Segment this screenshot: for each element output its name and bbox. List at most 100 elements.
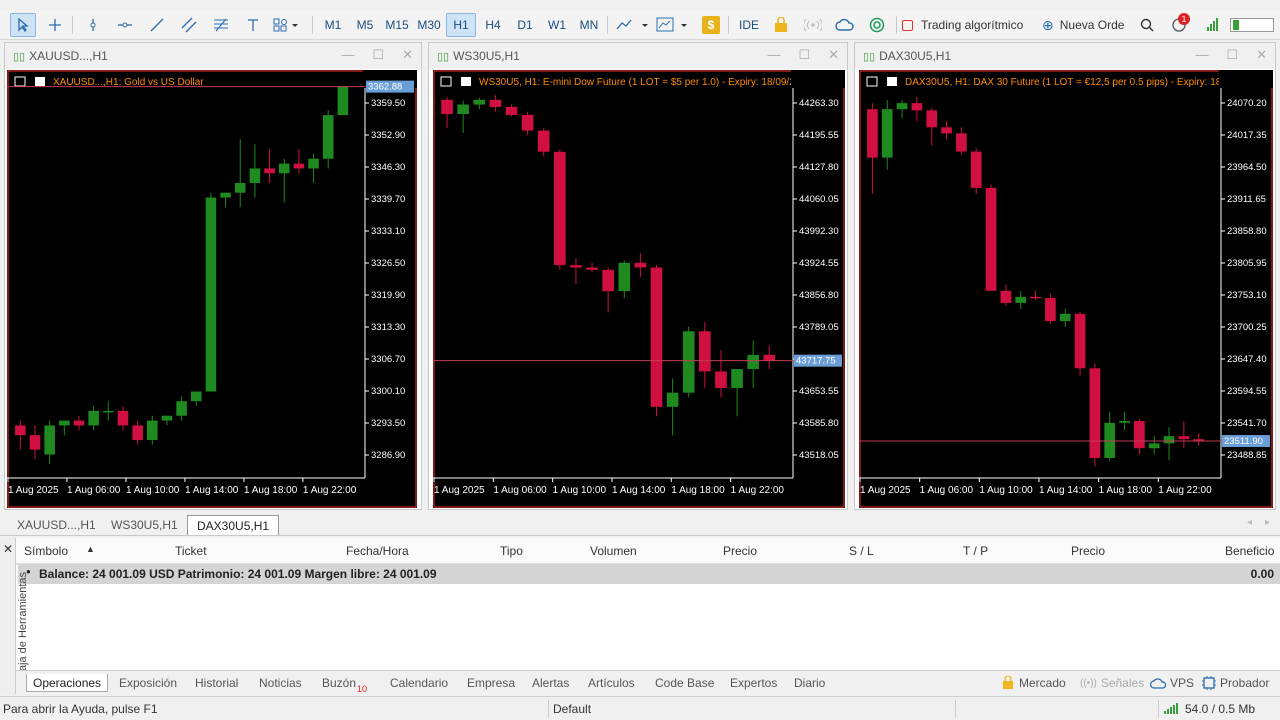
col-symbol[interactable]: Símbolo (24, 544, 68, 558)
chart-tab-ws30[interactable]: WS30U5,H1 (102, 515, 187, 535)
close-icon[interactable]: ✕ (1256, 47, 1267, 63)
candle-body (88, 410, 99, 426)
ide-button[interactable]: IDE (734, 13, 764, 37)
col-price[interactable]: Precio (723, 544, 757, 558)
time-tick-label: 1 Aug 18:00 (244, 485, 298, 496)
notifications-icon[interactable]: 1 (1166, 13, 1192, 37)
tab-scroll-left-icon[interactable]: ◂ (1247, 517, 1252, 528)
maximize-icon[interactable]: ☐ (798, 47, 810, 63)
profile-name[interactable]: Default (553, 702, 591, 716)
timeframe-mn[interactable]: MN (574, 13, 604, 37)
shapes-menu-icon[interactable] (270, 13, 306, 37)
tab-articulos[interactable]: Artículos (588, 674, 635, 692)
window-title-bar[interactable]: ▯▯ DAX30U5,H1 — ☐ ✕ (855, 43, 1275, 69)
fibonacci-icon[interactable] (208, 13, 234, 37)
close-icon[interactable]: ✕ (402, 47, 413, 63)
time-tick-label: 1 Aug 06:00 (920, 485, 974, 496)
minimize-icon[interactable]: — (341, 47, 354, 63)
text-tool-icon[interactable] (240, 13, 266, 37)
tab-exposicion[interactable]: Exposición (119, 674, 177, 692)
minimize-icon[interactable]: — (767, 47, 780, 63)
minimize-icon[interactable]: — (1195, 47, 1208, 63)
signal-broadcast-icon[interactable] (800, 13, 826, 37)
maximize-icon[interactable]: ☐ (372, 47, 384, 63)
col-type[interactable]: Tipo (500, 544, 523, 558)
tab-scroll-right-icon[interactable]: ▸ (1265, 517, 1270, 528)
vertical-line-icon[interactable] (80, 13, 106, 37)
chart-header: DAX30U5, H1: DAX 30 Future (1 LOT = €12,… (905, 77, 1230, 88)
crosshair-icon[interactable] (42, 13, 68, 37)
candle-body (554, 151, 566, 266)
price-chart[interactable]: DAX30U5, H1: DAX 30 Future (1 LOT = €12,… (859, 70, 1273, 508)
maximize-icon[interactable]: ☐ (1226, 47, 1238, 63)
signal-bars-icon (1164, 703, 1178, 714)
col-datetime[interactable]: Fecha/Hora (346, 544, 409, 558)
cloud-icon[interactable] (832, 13, 858, 37)
timeframe-m5[interactable]: M5 (350, 13, 380, 37)
timeframe-m30[interactable]: M30 (414, 13, 444, 37)
timeframe-m15[interactable]: M15 (382, 13, 412, 37)
toolbox-label: Caja de Herramientas (17, 572, 29, 679)
tab-noticias[interactable]: Noticias (259, 674, 302, 692)
tab-expertos[interactable]: Expertos (730, 674, 777, 692)
window-title-bar[interactable]: ▯▯ WS30U5,H1 — ☐ ✕ (429, 43, 847, 69)
price-tick-label: 44060.05 (799, 194, 839, 205)
signals-button[interactable]: ((•)) Señales (1080, 674, 1144, 692)
price-tick-label: 3359.50 (371, 98, 405, 109)
candle-body (1000, 290, 1012, 303)
balance-row[interactable]: ● Balance: 24 001.09 USD Patrimonio: 24 … (18, 564, 1280, 584)
tab-historial[interactable]: Historial (195, 674, 238, 692)
trendline-icon[interactable] (144, 13, 170, 37)
tab-codebase[interactable]: Code Base (655, 674, 714, 692)
col-ticket[interactable]: Ticket (175, 544, 207, 558)
lock-bag-icon[interactable] (768, 13, 794, 37)
horizontal-line-icon[interactable] (112, 13, 138, 37)
close-icon[interactable]: ✕ (828, 47, 839, 63)
col-sl[interactable]: S / L (849, 544, 874, 558)
timeframe-d1[interactable]: D1 (510, 13, 540, 37)
cursor-icon[interactable] (10, 13, 36, 37)
chart-icon: ▯▯ (437, 50, 450, 63)
new-order-button[interactable]: ⊕ Nueva Orde (1042, 13, 1132, 37)
chart-canvas[interactable]: DAX30U5, H1: DAX 30 Future (1 LOT = €12,… (859, 70, 1273, 508)
timeframe-h4[interactable]: H4 (478, 13, 508, 37)
candle-body (322, 115, 334, 159)
timeframe-h1[interactable]: H1 (446, 13, 476, 37)
indicators-icon[interactable] (614, 13, 652, 37)
chart-tab-dax30[interactable]: DAX30U5,H1 (187, 515, 280, 535)
tab-diario[interactable]: Diario (794, 674, 825, 692)
price-chart[interactable]: XAUUSD...,H1: Gold vs US Dollar 3359.50 33… (7, 70, 417, 508)
tab-alertas[interactable]: Alertas (532, 674, 569, 692)
price-tick-label: 3306.70 (371, 354, 405, 365)
market-dollar-icon[interactable]: $ (702, 16, 720, 34)
candle-body (103, 410, 114, 413)
candle-body (602, 269, 614, 292)
col-profit[interactable]: Beneficio (1225, 544, 1274, 558)
candle-body (441, 99, 453, 115)
algo-trading-button[interactable]: Trading algorítmico (902, 13, 1036, 37)
price-chart[interactable]: WS30U5, H1: E-mini Dow Future (1 LOT = $… (433, 70, 845, 508)
new-order-icon: ⊕ (1042, 16, 1054, 33)
vps-globe-icon[interactable] (864, 13, 890, 37)
timeframe-w1[interactable]: W1 (542, 13, 572, 37)
col-tp[interactable]: T / P (963, 544, 988, 558)
time-tick-label: 1 Aug 14:00 (612, 485, 666, 496)
timeframe-m1[interactable]: M1 (318, 13, 348, 37)
search-icon[interactable] (1134, 13, 1160, 37)
tab-buzon[interactable]: Buzón (322, 674, 356, 692)
chart-canvas[interactable]: WS30U5, H1: E-mini Dow Future (1 LOT = $… (433, 70, 845, 508)
close-icon[interactable]: ✕ (3, 542, 13, 556)
templates-icon[interactable] (654, 13, 694, 37)
col-current-price[interactable]: Precio (1071, 544, 1105, 558)
window-title-bar[interactable]: ▯▯ XAUUSD...,H1 — ☐ ✕ (5, 43, 421, 69)
channel-icon[interactable] (176, 13, 202, 37)
tab-calendario[interactable]: Calendario (390, 674, 448, 692)
chart-canvas[interactable]: XAUUSD...,H1: Gold vs US Dollar3359.5033… (7, 70, 417, 508)
tab-empresa[interactable]: Empresa (467, 674, 515, 692)
vps-button[interactable]: VPS (1150, 674, 1194, 692)
tester-button[interactable]: Probador (1202, 674, 1269, 692)
market-button[interactable]: Mercado (1002, 674, 1066, 692)
tab-operaciones[interactable]: Operaciones (26, 674, 109, 692)
chart-tab-xauusd[interactable]: XAUUSD...,H1 (8, 515, 105, 535)
col-volume[interactable]: Volumen (590, 544, 637, 558)
